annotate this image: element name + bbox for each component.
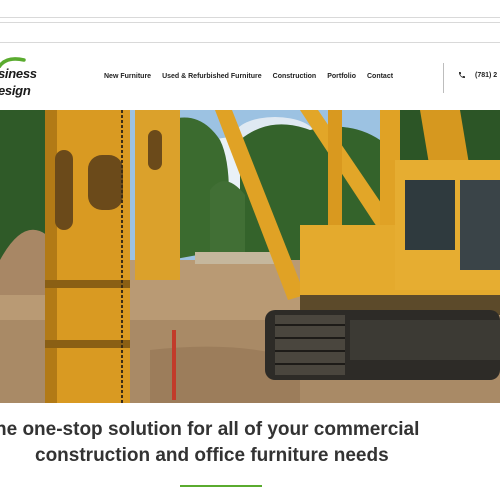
hero-image bbox=[0, 110, 500, 403]
tagline-line1: he one-stop solution for all of your com… bbox=[0, 419, 420, 440]
nav-used-refurbished-furniture[interactable]: Used & Refurbished Furniture bbox=[162, 73, 262, 80]
main-nav: New Furniture Used & Refurbished Furnitu… bbox=[104, 73, 393, 80]
nav-new-furniture[interactable]: New Furniture bbox=[104, 73, 151, 80]
nav-contact[interactable]: Contact bbox=[367, 73, 393, 80]
construction-photo bbox=[0, 110, 500, 403]
top-rule bbox=[0, 42, 500, 43]
header-divider bbox=[443, 63, 444, 93]
tagline-line2: construction and office furniture needs bbox=[35, 445, 389, 466]
site-header: siness esign New Furniture Used & Refurb… bbox=[0, 46, 500, 110]
phone-link[interactable]: (781) 2 bbox=[458, 71, 497, 79]
logo-text-line2: esign bbox=[0, 83, 31, 98]
logo-text-line1: siness bbox=[0, 66, 37, 81]
phone-number: (781) 2 bbox=[475, 71, 498, 79]
top-rule bbox=[0, 22, 500, 23]
nav-portfolio[interactable]: Portfolio bbox=[327, 73, 356, 80]
nav-construction[interactable]: Construction bbox=[273, 73, 317, 80]
logo[interactable]: siness esign bbox=[0, 56, 58, 102]
accent-underline bbox=[180, 485, 262, 487]
phone-icon bbox=[459, 72, 465, 78]
top-strip bbox=[0, 0, 500, 46]
top-rule bbox=[0, 17, 500, 18]
